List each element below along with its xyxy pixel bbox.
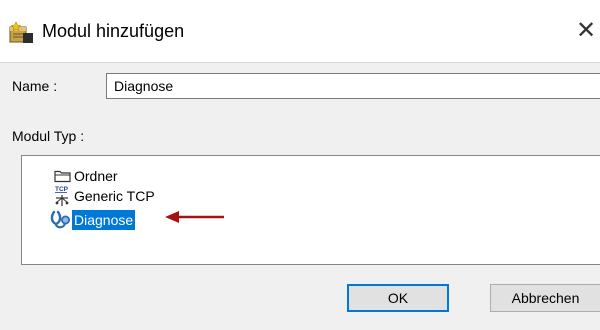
cancel-button[interactable]: Abbrechen	[490, 284, 600, 312]
name-input[interactable]	[106, 73, 600, 99]
tree-item-generic-tcp[interactable]: TCP Generic TCP	[54, 186, 157, 206]
folder-icon	[54, 170, 71, 183]
tcp-network-icon: TCP	[55, 186, 69, 206]
ok-button[interactable]: OK	[347, 284, 449, 312]
dialog-title: Modul hinzufügen	[42, 21, 185, 41]
annotation-arrow-icon	[165, 211, 224, 223]
title-bar: Modul hinzufügen ✕	[0, 0, 600, 62]
close-icon[interactable]: ✕	[572, 16, 600, 46]
module-type-label: Modul Typ :	[12, 128, 85, 144]
tree-item-label: Generic TCP	[74, 188, 155, 204]
tree-item-diagnose[interactable]: Diagnose	[50, 210, 136, 230]
name-label: Name :	[12, 78, 58, 94]
tree-item-ordner[interactable]: Ordner	[54, 166, 120, 186]
stethoscope-icon	[50, 210, 70, 229]
module-type-tree[interactable]: Ordner TCP Generic TCP Diagnose	[21, 155, 600, 265]
tree-item-label: Ordner	[74, 168, 118, 184]
tree-item-label: Diagnose	[72, 210, 136, 230]
svg-text:TCP: TCP	[55, 186, 69, 193]
dialog-body: Name : Modul Typ : Ordner TCP Generic TC…	[0, 62, 600, 330]
add-module-icon	[9, 21, 33, 43]
